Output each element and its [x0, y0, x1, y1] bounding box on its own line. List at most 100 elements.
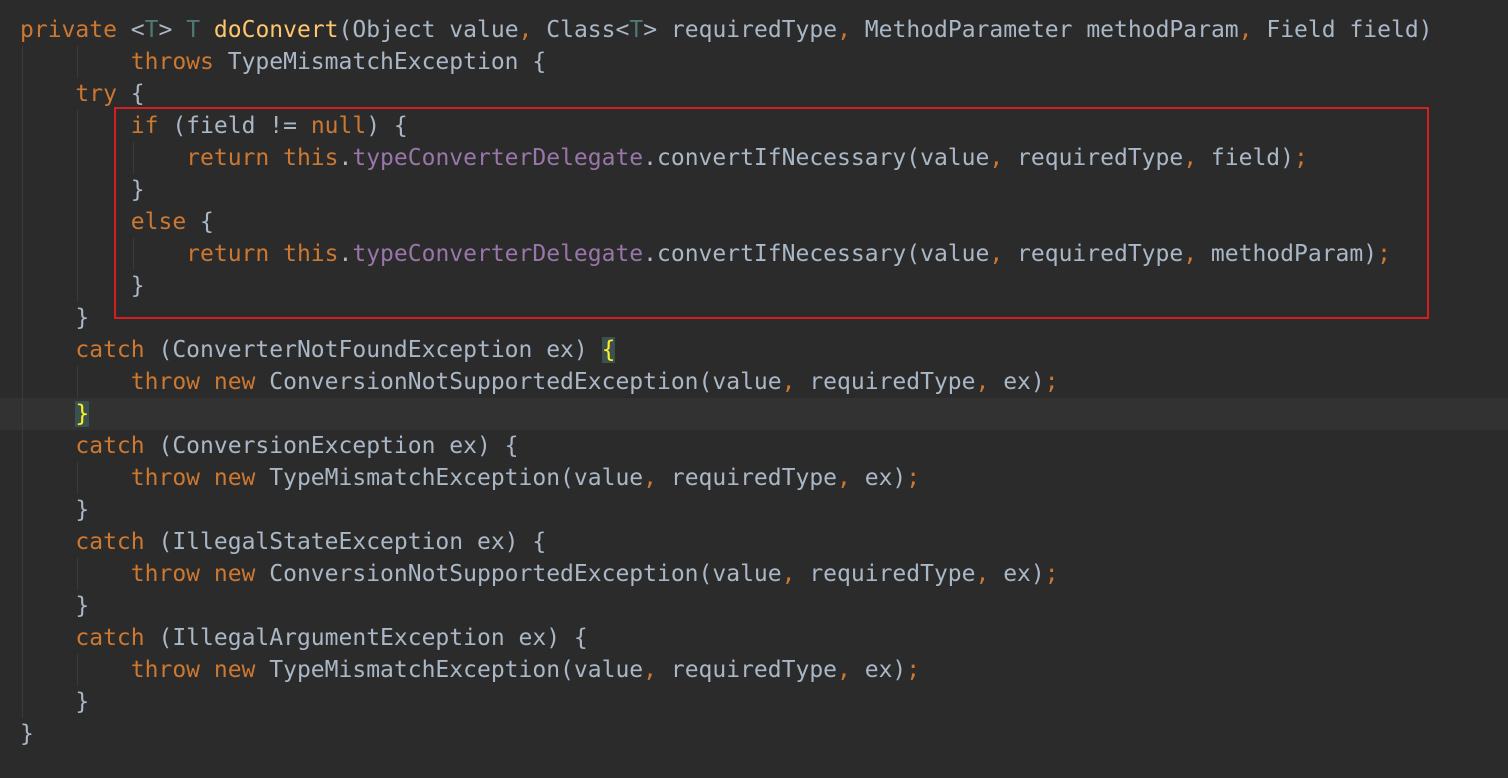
- code-token: throw new: [130, 369, 270, 395]
- code-token: }: [75, 401, 90, 427]
- code-line[interactable]: }: [0, 174, 1508, 206]
- code-line-content: catch (IllegalStateException ex) {: [75, 529, 546, 555]
- code-token: ;: [906, 465, 921, 491]
- code-line[interactable]: catch (IllegalStateException ex) {: [0, 526, 1508, 558]
- code-line[interactable]: private <T> T doConvert(Object value, Cl…: [0, 14, 1508, 46]
- code-token: }: [75, 593, 90, 619]
- indent-guide: [132, 142, 134, 174]
- code-token: ,: [837, 657, 865, 683]
- indent-guide: [22, 46, 23, 78]
- code-line[interactable]: }: [0, 302, 1508, 334]
- code-token: typeConverterDelegate: [352, 145, 644, 171]
- code-token: ,: [643, 657, 671, 683]
- code-token: requiredType: [670, 657, 838, 683]
- code-line-content: throw new ConversionNotSupportedExceptio…: [131, 561, 1059, 587]
- code-line[interactable]: if (field != null) {: [0, 110, 1508, 142]
- code-token: Class<: [546, 17, 630, 43]
- code-line[interactable]: throw new ConversionNotSupportedExceptio…: [0, 366, 1508, 398]
- code-token: T: [144, 17, 159, 43]
- indent-guide: [22, 622, 23, 654]
- code-line[interactable]: }: [0, 590, 1508, 622]
- code-line[interactable]: catch (ConversionException ex) {: [0, 430, 1508, 462]
- code-line-content: throws TypeMismatchException {: [131, 49, 546, 75]
- code-token: T: [629, 17, 644, 43]
- indent-guide: [22, 686, 23, 718]
- code-token: ,: [989, 145, 1018, 171]
- code-line[interactable]: return this.typeConverterDelegate.conver…: [0, 238, 1508, 270]
- code-line[interactable]: return this.typeConverterDelegate.conver…: [0, 142, 1508, 174]
- indent-guide: [77, 654, 79, 686]
- code-line[interactable]: catch (ConverterNotFoundException ex) {: [0, 334, 1508, 366]
- code-token: ex): [864, 465, 907, 491]
- indent-guide: [22, 238, 23, 270]
- code-line[interactable]: }: [0, 718, 1508, 750]
- code-line[interactable]: catch (IllegalArgumentException ex) {: [0, 622, 1508, 654]
- code-line-content: catch (ConversionException ex) {: [75, 433, 518, 459]
- code-token: ,: [989, 241, 1018, 267]
- code-line[interactable]: throw new ConversionNotSupportedExceptio…: [0, 558, 1508, 590]
- indent-guide: [22, 398, 23, 430]
- code-token: ,: [975, 369, 1004, 395]
- code-line[interactable]: }: [0, 398, 1508, 430]
- code-token: ,: [837, 17, 865, 43]
- code-token: .convertIfNecessary(value: [643, 145, 990, 171]
- code-token: ,: [1183, 241, 1211, 267]
- indent-guide: [22, 366, 23, 398]
- code-token: (IllegalStateException ex) {: [158, 529, 547, 555]
- code-token: private: [20, 17, 131, 43]
- code-token: (IllegalArgumentException ex) {: [158, 625, 588, 651]
- code-line[interactable]: }: [0, 494, 1508, 526]
- code-line[interactable]: throws TypeMismatchException {: [0, 46, 1508, 78]
- indent-guide: [22, 462, 23, 494]
- code-editor[interactable]: private <T> T doConvert(Object value, Cl…: [0, 14, 1508, 750]
- code-token: (ConverterNotFoundException ex): [158, 337, 602, 363]
- code-line[interactable]: }: [0, 270, 1508, 302]
- code-token: > requiredType: [643, 17, 838, 43]
- code-token: }: [75, 305, 90, 331]
- indent-guide: [22, 558, 23, 590]
- code-line-content: throw new TypeMismatchException(value, r…: [131, 465, 920, 491]
- code-line[interactable]: }: [0, 686, 1508, 718]
- code-token: ,: [1183, 145, 1211, 171]
- code-token: {: [601, 337, 616, 363]
- code-token: return this: [186, 145, 339, 171]
- code-token: T: [186, 17, 214, 43]
- code-token: ,: [837, 465, 865, 491]
- code-token: catch: [75, 529, 159, 555]
- indent-guide: [22, 654, 23, 686]
- code-token: TypeMismatchException {: [227, 49, 547, 75]
- code-line[interactable]: throw new TypeMismatchException(value, r…: [0, 654, 1508, 686]
- code-line-content: return this.typeConverterDelegate.conver…: [186, 241, 1391, 267]
- indent-guide: [77, 46, 79, 78]
- code-line-content: }: [75, 689, 89, 715]
- code-line-content: }: [75, 305, 89, 331]
- indent-guide: [77, 174, 79, 206]
- code-line[interactable]: else {: [0, 206, 1508, 238]
- code-line-content: }: [131, 273, 145, 299]
- code-token: ,: [975, 561, 1004, 587]
- code-token: Field field): [1266, 17, 1433, 43]
- code-token: throws: [130, 49, 228, 75]
- indent-guide: [22, 302, 23, 334]
- indent-guide: [22, 494, 23, 526]
- code-line-content: }: [75, 497, 89, 523]
- code-token: if: [130, 113, 173, 139]
- code-token: ,: [518, 17, 547, 43]
- code-token: {: [200, 209, 214, 235]
- code-token: throw new: [130, 657, 270, 683]
- code-line[interactable]: throw new TypeMismatchException(value, r…: [0, 462, 1508, 494]
- code-line-content: throw new TypeMismatchException(value, r…: [131, 657, 920, 683]
- code-token: TypeMismatchException(value: [269, 657, 644, 683]
- indent-guide: [77, 238, 79, 270]
- indent-guide: [22, 206, 23, 238]
- code-line[interactable]: try {: [0, 78, 1508, 110]
- code-token: ;: [1044, 561, 1059, 587]
- code-token: }: [75, 497, 90, 523]
- code-token: requiredType: [809, 561, 976, 587]
- code-token: catch: [75, 625, 159, 651]
- code-token: requiredType: [1017, 241, 1184, 267]
- indent-guide: [22, 590, 23, 622]
- code-token: ConversionNotSupportedException(value: [269, 561, 782, 587]
- code-line-content: }: [75, 401, 90, 427]
- code-token: ,: [643, 465, 671, 491]
